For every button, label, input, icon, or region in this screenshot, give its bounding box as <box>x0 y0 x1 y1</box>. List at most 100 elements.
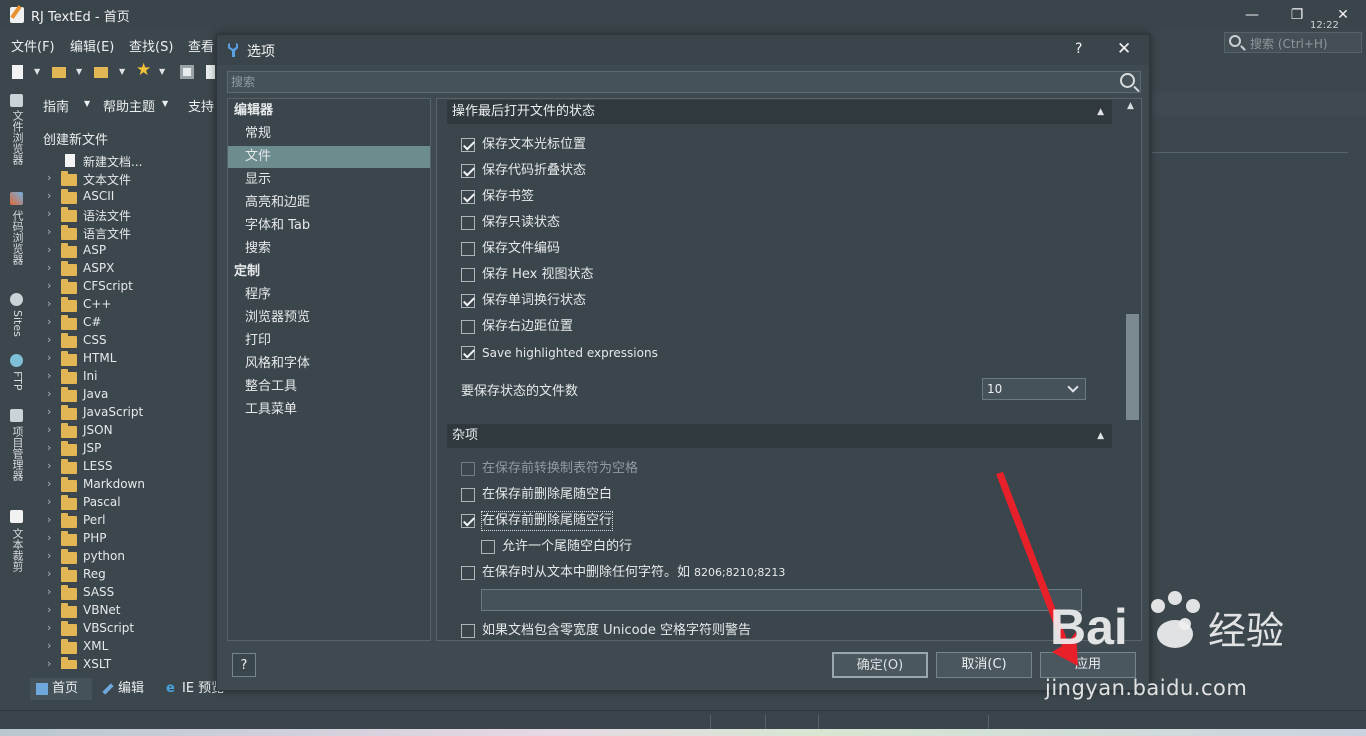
checkbox[interactable] <box>461 462 475 476</box>
support-menu[interactable]: 支持 <box>188 96 214 115</box>
option-row[interactable]: 保存书签 <box>461 188 761 208</box>
tab-project-manager[interactable]: 项目管理器 <box>8 426 26 481</box>
checkbox[interactable] <box>461 138 475 152</box>
search-icon[interactable] <box>1120 73 1135 88</box>
expand-arrow-icon[interactable]: › <box>47 315 51 328</box>
menu-search[interactable]: 查找(S) <box>129 36 173 55</box>
tree-item[interactable]: › Ini <box>34 368 216 386</box>
expand-arrow-icon[interactable]: › <box>47 477 51 490</box>
expand-arrow-icon[interactable]: › <box>47 243 51 256</box>
tree-item[interactable]: › PHP <box>34 530 216 548</box>
tree-item[interactable]: 新建文档... <box>34 152 216 170</box>
option-convert-tabs[interactable]: 在保存前转换制表符为空格 <box>461 460 761 480</box>
nav-item[interactable]: 浏览器预览 <box>228 307 430 329</box>
expand-arrow-icon[interactable]: › <box>47 567 51 580</box>
expand-arrow-icon[interactable]: › <box>47 207 51 220</box>
main-search-box[interactable]: 搜索 (Ctrl+H) <box>1224 32 1362 53</box>
nav-item[interactable]: 显示 <box>228 169 430 191</box>
file-count-select[interactable]: 10 <box>982 378 1086 400</box>
tab-sites[interactable]: Sites <box>8 310 26 337</box>
tree-item[interactable]: › Reg <box>34 566 216 584</box>
scroll-thumb[interactable] <box>1126 314 1139 420</box>
expand-arrow-icon[interactable]: › <box>47 657 51 669</box>
ok-button[interactable]: 确定(O) <box>832 652 928 678</box>
expand-arrow-icon[interactable]: › <box>47 387 51 400</box>
tree-item[interactable]: › Markdown <box>34 476 216 494</box>
expand-arrow-icon[interactable]: › <box>47 405 51 418</box>
expand-arrow-icon[interactable]: › <box>47 333 51 346</box>
nav-item[interactable]: 程序 <box>228 284 430 306</box>
chevron-down-icon[interactable]: ▼ <box>84 99 90 108</box>
tree-item[interactable]: › ASCII <box>34 188 216 206</box>
expand-arrow-icon[interactable]: › <box>47 603 51 616</box>
tree-item[interactable]: › Perl <box>34 512 216 530</box>
checkbox[interactable] <box>461 320 475 334</box>
menu-view[interactable]: 查看 <box>188 36 214 55</box>
nav-item[interactable]: 风格和字体 <box>228 353 430 375</box>
tree-item[interactable]: › Pascal <box>34 494 216 512</box>
nav-category[interactable]: 定制 <box>228 261 430 283</box>
nav-category[interactable]: 编辑器 <box>228 100 430 122</box>
expand-arrow-icon[interactable]: › <box>47 225 51 238</box>
tree-item[interactable]: › C# <box>34 314 216 332</box>
tree-item[interactable]: › VBScript <box>34 620 216 638</box>
tree-item[interactable]: › CFScript <box>34 278 216 296</box>
checkbox[interactable] <box>461 190 475 204</box>
tree-item[interactable]: › XSLT <box>34 656 216 669</box>
option-trim-trailing-lines[interactable]: 在保存前删除尾随空行 <box>461 511 761 532</box>
option-trim-trailing-whitespace[interactable]: 在保存前删除尾随空白 <box>461 486 761 506</box>
option-row[interactable]: 保存文本光标位置 <box>461 136 761 156</box>
section-header-misc[interactable]: 杂项 ▲ <box>447 424 1112 448</box>
nav-item[interactable]: 高亮和边距 <box>228 192 430 214</box>
option-row[interactable]: 保存单词换行状态 <box>461 292 761 312</box>
expand-arrow-icon[interactable]: › <box>47 171 51 184</box>
chevron-down-icon[interactable]: ▼ <box>119 67 125 76</box>
option-allow-one-trailing-line[interactable]: 允许一个尾随空白的行 <box>481 538 781 558</box>
expand-arrow-icon[interactable]: › <box>47 297 51 310</box>
options-search-input[interactable] <box>228 72 1108 92</box>
tree-item[interactable]: › CSS <box>34 332 216 350</box>
section-header-last-files[interactable]: 操作最后打开文件的状态 ▲ <box>447 100 1112 124</box>
new-file-icon[interactable] <box>12 65 23 79</box>
menu-file[interactable]: 文件(F) <box>11 36 55 55</box>
expand-arrow-icon[interactable]: › <box>47 441 51 454</box>
chevron-down-icon[interactable]: ▼ <box>34 67 40 76</box>
expand-arrow-icon[interactable]: › <box>47 495 51 508</box>
option-remove-characters[interactable]: 在保存时从文本中删除任何字符。如 8206;8210;8213 <box>461 564 941 584</box>
open-folder-icon[interactable] <box>52 67 66 78</box>
tab-file-browser[interactable]: 文件浏览器 <box>8 110 26 165</box>
tree-item[interactable]: › JSON <box>34 422 216 440</box>
checkbox[interactable] <box>461 624 475 638</box>
nav-item[interactable]: 打印 <box>228 330 430 352</box>
tree-item[interactable]: › XML <box>34 638 216 656</box>
expand-arrow-icon[interactable]: › <box>47 459 51 472</box>
dialog-help-small-button[interactable]: ? <box>232 653 256 677</box>
option-row[interactable]: 保存 Hex 视图状态 <box>461 266 761 286</box>
dialog-help-button[interactable]: ? <box>1075 41 1082 57</box>
checkbox[interactable] <box>461 566 475 580</box>
nav-item[interactable]: 工具菜单 <box>228 399 430 421</box>
tree-item[interactable]: › ASP <box>34 242 216 260</box>
expand-arrow-icon[interactable]: › <box>47 513 51 526</box>
tree-item[interactable]: › JSP <box>34 440 216 458</box>
settings-scrollbar[interactable]: ▲ <box>1123 99 1141 640</box>
collapse-icon[interactable]: ▲ <box>1097 100 1104 124</box>
expand-arrow-icon[interactable]: › <box>47 531 51 544</box>
chevron-down-icon[interactable]: ▼ <box>76 67 82 76</box>
checkbox[interactable] <box>461 294 475 308</box>
nav-item[interactable]: 整合工具 <box>228 376 430 398</box>
expand-arrow-icon[interactable]: › <box>47 369 51 382</box>
tab-text-clips[interactable]: 文本裁剪 <box>8 528 26 572</box>
checkbox[interactable] <box>461 242 475 256</box>
expand-arrow-icon[interactable]: › <box>47 639 51 652</box>
tab-ftp[interactable]: FTP <box>8 371 26 391</box>
option-row[interactable]: 保存只读状态 <box>461 214 761 234</box>
save-icon[interactable] <box>180 65 194 79</box>
tree-item[interactable]: › python <box>34 548 216 566</box>
save-all-icon[interactable] <box>206 65 215 79</box>
star-icon[interactable]: ★ <box>136 62 154 79</box>
chevron-down-icon[interactable]: ▼ <box>162 99 168 108</box>
checkbox[interactable] <box>461 164 475 178</box>
checkbox[interactable] <box>461 346 475 360</box>
expand-arrow-icon[interactable]: › <box>47 351 51 364</box>
